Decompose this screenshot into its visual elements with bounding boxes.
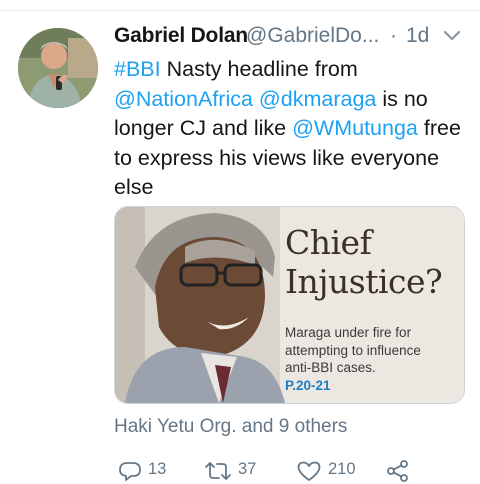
tweet-text-line: else: [114, 173, 464, 203]
retweet-icon: [205, 462, 231, 480]
tweet-text-segment: free: [417, 116, 461, 140]
author-handle[interactable]: @GabrielDo...: [246, 24, 379, 48]
headline-line: Chief: [285, 223, 372, 262]
mention-link[interactable]: @NationAfrica: [114, 87, 253, 111]
heart-icon: [297, 461, 321, 481]
tweet-text-segment: to express his views like everyone: [114, 145, 440, 170]
like-count: 210: [328, 460, 356, 478]
reply-icon: [119, 462, 141, 481]
headline-line: Injustice?: [285, 262, 443, 301]
reply-count: 13: [148, 460, 167, 478]
chevron-down-icon[interactable]: [442, 28, 462, 44]
tweet-text-segment: else: [114, 175, 154, 199]
tweet-time[interactable]: 1d: [406, 24, 429, 48]
tweet-text-segment: Nasty headline from: [160, 57, 358, 81]
tweet-text-line: #BBI Nasty headline from: [114, 55, 464, 85]
avatar[interactable]: [18, 28, 98, 108]
subhead-line: anti-BBI cases. P.20-21: [285, 359, 461, 394]
tweet-text-line: @NationAfrica @dkmaraga is no: [114, 85, 464, 115]
tweet-media[interactable]: Chief Injustice? Maraga under fire for a…: [114, 206, 465, 404]
share-button[interactable]: [386, 460, 410, 484]
avatar-photo-icon: [18, 28, 98, 108]
subhead-line: attempting to influence: [285, 342, 421, 358]
author-name[interactable]: Gabriel Dolan: [114, 24, 248, 48]
mention-link[interactable]: @dkmaraga: [259, 87, 376, 111]
separator-dot: ·: [390, 24, 397, 47]
top-divider: [0, 0, 480, 11]
media-headline: Chief Injustice?: [285, 223, 464, 301]
tweet-header: Gabriel Dolan @GabrielDo... · 1d: [114, 24, 470, 54]
tweet-text-segment: is no: [376, 86, 428, 111]
action-bar: 13 37 210: [114, 460, 464, 484]
social-context[interactable]: Haki Yetu Org. and 9 others: [114, 416, 347, 438]
media-subhead: Maraga under fire for attempting to infl…: [285, 324, 461, 394]
hashtag-link[interactable]: #BBI: [114, 57, 161, 81]
tweet-text: #BBI Nasty headline from @NationAfrica @d…: [114, 55, 464, 203]
tweet-text-line: to express his views like everyone: [114, 144, 464, 174]
tweet-text-segment: longer CJ and like: [114, 116, 293, 140]
reply-button[interactable]: 13: [118, 460, 166, 484]
share-icon: [387, 460, 408, 482]
page-reference: P.20-21: [285, 377, 331, 393]
subhead-line: Maraga under fire for: [285, 325, 412, 340]
subhead-text: anti-BBI cases.: [285, 360, 376, 375]
like-button[interactable]: 210: [296, 460, 356, 484]
retweet-count: 37: [238, 460, 257, 478]
mention-link[interactable]: @WMutunga: [292, 116, 418, 140]
tweet-text-line: longer CJ and like @WMutunga free: [114, 114, 464, 144]
retweet-button[interactable]: 37: [204, 460, 256, 484]
